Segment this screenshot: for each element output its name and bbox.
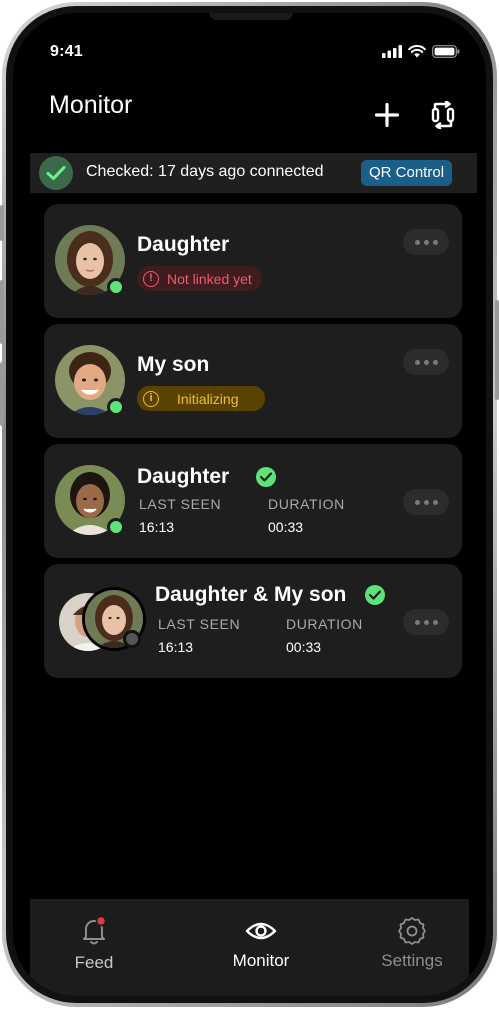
status-bar: 9:41 — [13, 43, 486, 63]
last-seen-label: LAST SEEN — [139, 496, 222, 512]
switch-button[interactable] — [429, 101, 457, 129]
status-time: 9:41 — [50, 43, 83, 60]
dynamic-island — [209, 13, 293, 20]
bell-icon — [83, 915, 107, 945]
eye-icon — [245, 922, 277, 940]
tab-monitor[interactable]: Monitor — [201, 899, 321, 989]
info-icon: i — [143, 390, 159, 407]
device-card[interactable]: Daughter & My son LAST SEEN 16:13 DURATI… — [44, 564, 462, 678]
add-device-button[interactable] — [373, 101, 401, 129]
device-name: Daughter & My son — [155, 583, 347, 606]
online-indicator — [107, 398, 125, 416]
screen: 9:41 Monitor Checked: 17 days ago connec… — [13, 13, 486, 996]
tab-bar: Feed Monitor Settings — [30, 899, 469, 996]
device-card[interactable]: Daughter ! Not linked yet — [44, 204, 462, 318]
device-name: Daughter — [137, 233, 230, 256]
online-indicator — [107, 278, 125, 296]
swap-icon — [431, 101, 455, 129]
volume-down-button — [0, 362, 4, 426]
duration-label: DURATION — [268, 496, 345, 512]
tab-feed[interactable]: Feed — [34, 899, 154, 989]
volume-up-button — [0, 280, 4, 344]
more-options-button[interactable] — [403, 609, 449, 635]
last-seen-value: 16:13 — [139, 519, 175, 535]
verified-icon — [256, 467, 276, 487]
battery-icon — [432, 45, 460, 58]
device-card[interactable]: My son i Initializing — [44, 324, 462, 438]
duration-value: 00:33 — [268, 519, 304, 535]
status-text: Not linked yet — [167, 270, 252, 287]
tab-label: Feed — [74, 953, 114, 972]
connection-banner: Checked: 17 days ago connected QR Contro… — [30, 153, 477, 193]
device-name: Daughter — [137, 465, 230, 488]
wifi-icon — [408, 45, 426, 58]
device-name: My son — [137, 353, 210, 376]
offline-indicator — [123, 630, 141, 648]
page-title: Monitor — [49, 91, 133, 119]
banner-text: Checked: 17 days ago connected — [86, 163, 324, 180]
duration-label: DURATION — [286, 616, 363, 632]
status-text: Initializing — [177, 390, 239, 407]
more-options-button[interactable] — [403, 229, 449, 255]
more-options-button[interactable] — [403, 489, 449, 515]
device-card[interactable]: Daughter LAST SEEN 16:13 DURATION 00:33 — [44, 444, 462, 558]
check-icon — [39, 156, 73, 190]
mute-switch — [0, 205, 4, 241]
duration-value: 00:33 — [286, 639, 322, 655]
online-indicator — [107, 518, 125, 536]
info-icon: ! — [143, 270, 159, 287]
verified-icon — [365, 585, 385, 605]
tab-label: Settings — [381, 951, 443, 970]
signal-icon — [382, 45, 402, 58]
last-seen-value: 16:13 — [158, 639, 194, 655]
tab-settings[interactable]: Settings — [352, 899, 472, 989]
gear-icon — [398, 917, 426, 945]
last-seen-label: LAST SEEN — [158, 616, 241, 632]
more-options-button[interactable] — [403, 349, 449, 375]
power-button — [495, 300, 499, 400]
plus-icon — [375, 103, 399, 127]
phone-frame: 9:41 Monitor Checked: 17 days ago connec… — [2, 2, 497, 1007]
tab-label: Monitor — [232, 951, 290, 970]
qr-control-button[interactable]: QR Control — [361, 160, 453, 186]
status-badge: i Initializing — [137, 386, 265, 411]
status-badge: ! Not linked yet — [137, 266, 262, 291]
